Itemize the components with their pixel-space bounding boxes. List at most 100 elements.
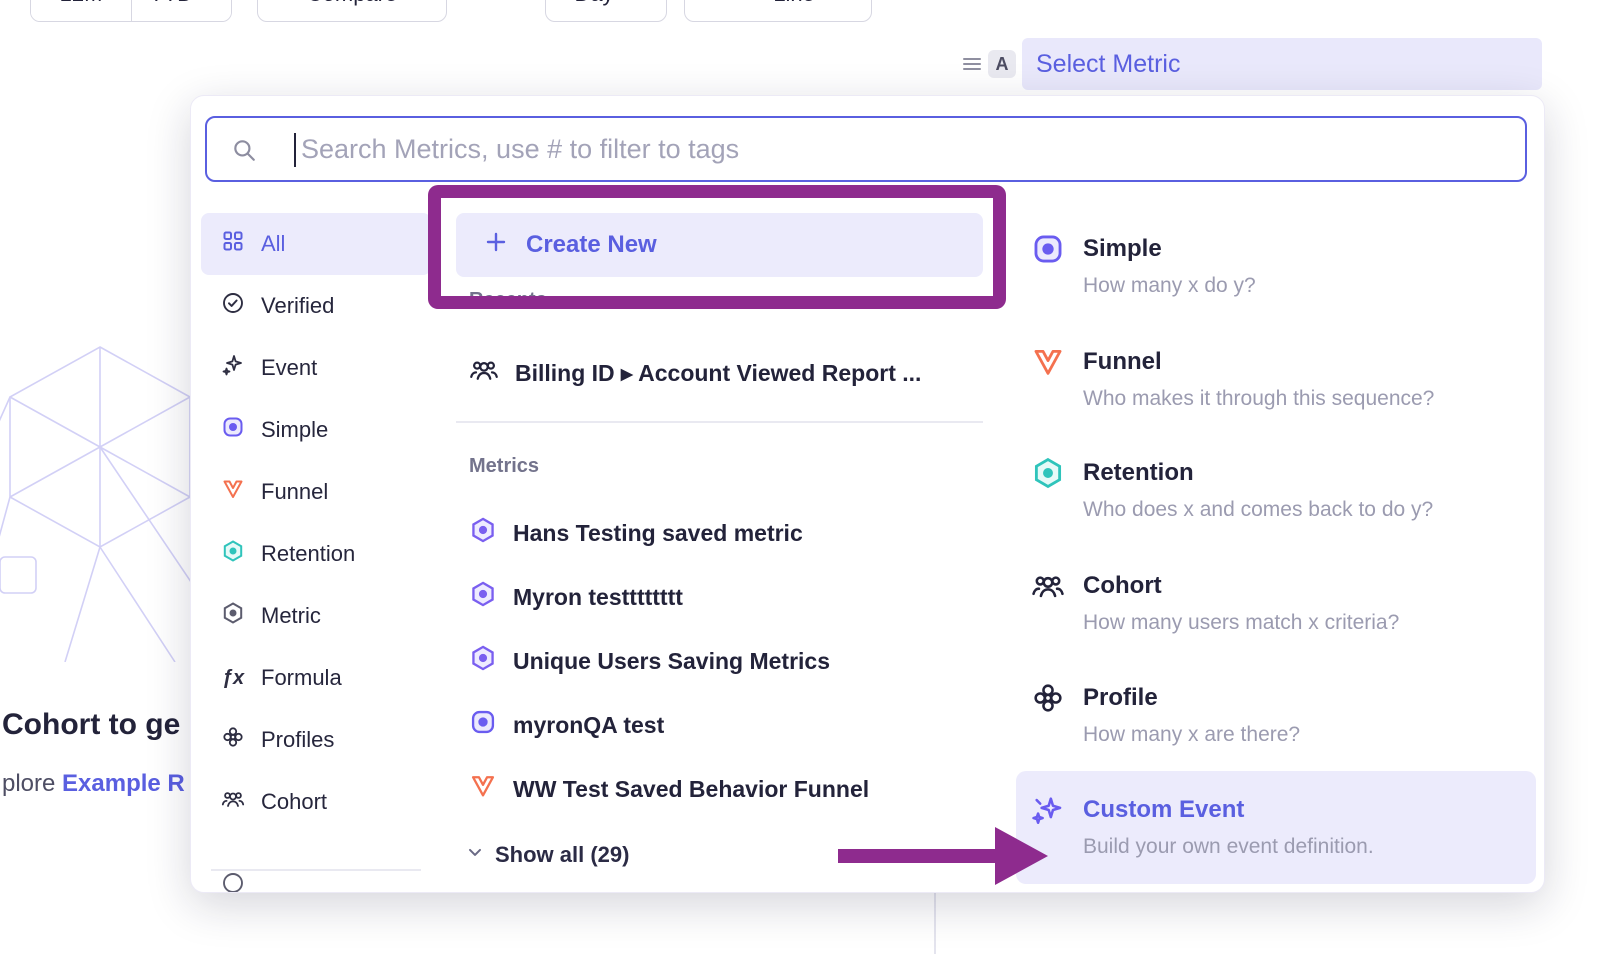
range-ytd-label: YTD bbox=[149, 0, 193, 7]
app-root: 12M YTD Compare Day Line A Select Metric bbox=[0, 0, 1616, 954]
sidebar-item-label: Event bbox=[261, 355, 317, 381]
day-label: Day bbox=[574, 0, 613, 7]
day-granularity-button[interactable]: Day bbox=[545, 0, 667, 22]
drag-handle-icon[interactable] bbox=[962, 54, 982, 74]
category-sidebar: All Verified Event Simple bbox=[201, 213, 431, 893]
type-description: Who makes it through this sequence? bbox=[1083, 385, 1434, 412]
type-option-retention[interactable]: Retention Who does x and comes back to d… bbox=[1016, 456, 1526, 532]
funnel-icon bbox=[221, 477, 245, 507]
sidebar-item-label: Cohort bbox=[261, 789, 327, 815]
sidebar-item-formula[interactable]: ƒx Formula bbox=[201, 647, 431, 709]
type-title: Funnel bbox=[1083, 345, 1162, 379]
range-12m-button[interactable]: 12M bbox=[31, 0, 131, 21]
sidebar-item-label: Verified bbox=[261, 293, 334, 319]
sidebar-item-verified[interactable]: Verified bbox=[201, 275, 431, 337]
line-chart-type-button[interactable]: Line bbox=[684, 0, 872, 22]
verified-badge-icon bbox=[221, 291, 245, 321]
metric-list-item[interactable]: Unique Users Saving Metrics bbox=[469, 633, 830, 689]
retention-icon bbox=[1031, 456, 1065, 490]
compare-button[interactable]: Compare bbox=[257, 0, 447, 22]
sidebar-item-metric[interactable]: Metric bbox=[201, 585, 431, 647]
show-all-label: Show all (29) bbox=[495, 842, 629, 868]
empty-state-subtitle: plore Example R bbox=[2, 770, 185, 798]
simple-metric-icon bbox=[469, 708, 497, 742]
type-description: How many users match x criteria? bbox=[1083, 609, 1399, 636]
type-option-profile[interactable]: Profile How many x are there? bbox=[1016, 681, 1526, 757]
recent-item[interactable]: Billing ID ▸ Account Viewed Report ... bbox=[469, 351, 921, 395]
sidebar-item-label: Formula bbox=[261, 665, 342, 691]
explore-text-fragment: plore bbox=[2, 770, 55, 797]
event-spark-icon bbox=[221, 353, 245, 383]
search-input[interactable] bbox=[207, 118, 1525, 180]
sidebar-item-simple[interactable]: Simple bbox=[201, 399, 431, 461]
sidebar-item-profiles[interactable]: Profiles bbox=[201, 709, 431, 771]
text-cursor bbox=[294, 133, 296, 167]
range-12m-label: 12M bbox=[60, 0, 103, 7]
metric-picker-modal: All Verified Event Simple bbox=[190, 95, 1545, 893]
saved-metric-hexagon-icon bbox=[469, 644, 497, 678]
sidebar-item-partial-icon[interactable] bbox=[221, 882, 245, 894]
metric-hexagon-icon bbox=[221, 601, 245, 631]
metric-list-item[interactable]: Hans Testing saved metric bbox=[469, 505, 803, 561]
metric-item-label: myronQA test bbox=[513, 712, 664, 739]
simple-metric-icon bbox=[221, 415, 245, 445]
metric-list-panel: Create New Recents Billing ID ▸ Account … bbox=[456, 213, 983, 883]
create-new-button[interactable]: Create New bbox=[456, 213, 983, 277]
formula-fx-icon: ƒx bbox=[221, 667, 245, 690]
sidebar-item-label: All bbox=[261, 231, 285, 257]
sidebar-item-label: Funnel bbox=[261, 479, 328, 505]
sidebar-item-all[interactable]: All bbox=[201, 213, 431, 275]
range-ytd-button[interactable]: YTD bbox=[131, 0, 231, 21]
metric-list-item[interactable]: myronQA test bbox=[469, 697, 664, 753]
metric-item-label: Myron testttttttt bbox=[513, 584, 683, 611]
retention-icon bbox=[221, 539, 245, 569]
chevron-down-icon bbox=[200, 0, 214, 7]
example-reports-link[interactable]: Example R bbox=[62, 770, 185, 797]
empty-state-title-fragment: Cohort to ge bbox=[2, 708, 180, 742]
all-grid-icon bbox=[221, 229, 245, 259]
line-label: Line bbox=[773, 0, 815, 7]
custom-event-spark-icon bbox=[1031, 793, 1065, 827]
type-description: How many x are there? bbox=[1083, 721, 1300, 748]
list-divider bbox=[456, 421, 983, 423]
type-option-funnel[interactable]: Funnel Who makes it through this sequenc… bbox=[1016, 345, 1526, 421]
series-a-badge: A bbox=[988, 50, 1016, 78]
recents-header: Recents bbox=[469, 289, 547, 312]
cohort-people-icon bbox=[469, 355, 499, 391]
type-option-custom-event[interactable]: Custom Event Build your own event defini… bbox=[1016, 771, 1536, 884]
sidebar-item-funnel[interactable]: Funnel bbox=[201, 461, 431, 523]
date-range-group: 12M YTD bbox=[30, 0, 232, 22]
type-title: Retention bbox=[1083, 456, 1194, 490]
sidebar-item-retention[interactable]: Retention bbox=[201, 523, 431, 585]
compare-label: Compare bbox=[307, 0, 397, 7]
sidebar-item-label: Metric bbox=[261, 603, 321, 629]
type-title: Simple bbox=[1083, 232, 1162, 266]
type-title: Cohort bbox=[1083, 569, 1162, 603]
search-box bbox=[205, 116, 1527, 182]
panel-divider bbox=[934, 886, 936, 954]
chevron-down-icon bbox=[624, 0, 638, 7]
show-all-toggle[interactable]: Show all (29) bbox=[465, 835, 629, 875]
type-option-simple[interactable]: Simple How many x do y? bbox=[1016, 232, 1526, 308]
funnel-icon bbox=[469, 772, 497, 806]
metric-item-label: WW Test Saved Behavior Funnel bbox=[513, 776, 869, 803]
metric-list-item[interactable]: Myron testttttttt bbox=[469, 569, 683, 625]
create-new-label: Create New bbox=[526, 231, 657, 259]
sidebar-item-event[interactable]: Event bbox=[201, 337, 431, 399]
type-title: Custom Event bbox=[1083, 793, 1244, 827]
sidebar-item-label: Profiles bbox=[261, 727, 334, 753]
metric-list-item[interactable]: WW Test Saved Behavior Funnel bbox=[469, 761, 869, 817]
saved-metric-hexagon-icon bbox=[469, 580, 497, 614]
simple-metric-icon bbox=[1031, 232, 1065, 266]
sidebar-item-cohort[interactable]: Cohort bbox=[201, 771, 431, 833]
recent-item-label: Billing ID ▸ Account Viewed Report ... bbox=[515, 360, 921, 387]
type-description: Who does x and comes back to do y? bbox=[1083, 496, 1433, 523]
cohort-people-icon bbox=[1031, 569, 1065, 603]
type-option-cohort[interactable]: Cohort How many users match x criteria? bbox=[1016, 569, 1526, 645]
select-metric-field[interactable]: Select Metric bbox=[1022, 38, 1542, 90]
line-chart-icon bbox=[741, 0, 763, 8]
select-metric-label: Select Metric bbox=[1036, 50, 1180, 79]
search-icon bbox=[231, 137, 257, 163]
type-description: Build your own event definition. bbox=[1083, 833, 1374, 860]
saved-metric-hexagon-icon bbox=[469, 516, 497, 550]
